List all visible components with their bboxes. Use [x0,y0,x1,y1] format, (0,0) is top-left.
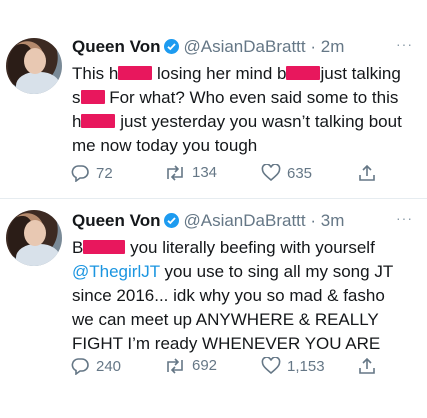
user-handle[interactable]: @AsianDaBrattt [183,37,305,56]
share-icon [359,357,375,374]
verified-badge-icon [164,213,180,228]
like-button[interactable]: 635 [261,164,312,182]
text-segment: just yesterday you wasn’t talking bout [115,112,402,131]
censor-bar [118,66,153,80]
censor-bar [80,90,105,104]
retweet-icon [167,164,183,181]
tweet-line: This h losing her mind b just talking [72,62,422,86]
display-name[interactable]: Queen Von [72,37,160,56]
timestamp[interactable]: · 2m [310,37,344,56]
tweet-line: B you literally beefing with yourself [72,236,422,260]
text-segment: losing her mind b [152,64,287,83]
text-segment: just talking [320,64,401,83]
display-name[interactable]: Queen Von [72,211,160,230]
tweet-line: @ThegirlJT you use to sing all my song J… [72,260,422,284]
tweet-line: since 2016... idk why you so mad & fasho [72,284,422,308]
mention-link[interactable]: @ThegirlJT [72,262,160,281]
tweet-1[interactable]: Queen Von @AsianDaBrattt · 2m ··· This h … [0,0,427,206]
retweet-button[interactable]: 692 [164,357,217,374]
reply-button[interactable]: 240 [70,357,121,375]
tweet-line: h just yesterday you wasn’t talking bout [72,110,422,134]
text-segment: you use to sing all my song JT [159,262,394,281]
divider [0,198,427,199]
more-options-icon[interactable]: ··· [396,36,413,52]
tweet-header: Queen Von @AsianDaBrattt · 3m [72,210,344,232]
tweet-line: s For what? Who even said some to this [72,86,422,110]
share-button[interactable] [358,357,376,375]
share-icon [359,164,375,181]
user-handle[interactable]: @AsianDaBrattt [183,211,305,230]
text-segment: you literally beefing with yourself [125,238,375,257]
retweet-icon [167,357,183,374]
censor-bar [83,240,126,254]
avatar[interactable] [6,38,62,94]
verified-badge-icon [164,39,180,54]
text-segment: me now today you tough [72,136,258,155]
more-options-icon[interactable]: ··· [396,210,413,226]
reply-icon [71,165,89,182]
text-segment: h [72,112,82,131]
tweet-actions: 72 134 635 [70,164,400,188]
share-button[interactable] [358,164,376,182]
tweet-line: me now today you tough [72,134,422,158]
text-segment: since 2016... idk why you so mad & fasho [72,286,385,305]
reply-count: 240 [96,357,122,375]
reply-button[interactable]: 72 [70,164,113,182]
text-segment: s [72,88,81,107]
tweet-text: B you literally beefing with yourself @T… [72,236,422,356]
timestamp[interactable]: · 3m [310,211,344,230]
text-segment: FIGHT I’m ready WHENEVER YOU ARE [72,334,381,353]
censor-bar [81,114,116,128]
text-segment: we can meet up ANYWHERE & REALLY [72,310,379,329]
text-segment: This h [72,64,119,83]
censor-bar [286,66,321,80]
tweet-2[interactable]: Queen Von @AsianDaBrattt · 3m ··· B you l… [0,206,427,418]
avatar[interactable] [6,210,62,266]
like-button[interactable]: 1,153 [261,357,325,375]
like-count: 1,153 [287,357,325,375]
tweet-header: Queen Von @AsianDaBrattt · 2m [72,36,344,58]
text-segment: For what? Who even said some to this [104,88,399,107]
heart-icon [261,164,281,182]
tweet-text: This h losing her mind b just talking s F… [72,62,422,158]
tweet-actions: 240 692 1,153 [70,357,400,381]
text-segment: B [72,238,84,257]
heart-icon [261,357,281,375]
reply-count: 72 [96,164,113,182]
retweet-count: 692 [192,357,218,374]
retweet-button[interactable]: 134 [164,164,217,181]
tweet-line: we can meet up ANYWHERE & REALLY [72,308,422,332]
like-count: 635 [287,164,313,182]
retweet-count: 134 [192,164,218,181]
reply-icon [71,358,89,375]
tweet-line: FIGHT I’m ready WHENEVER YOU ARE [72,332,422,356]
